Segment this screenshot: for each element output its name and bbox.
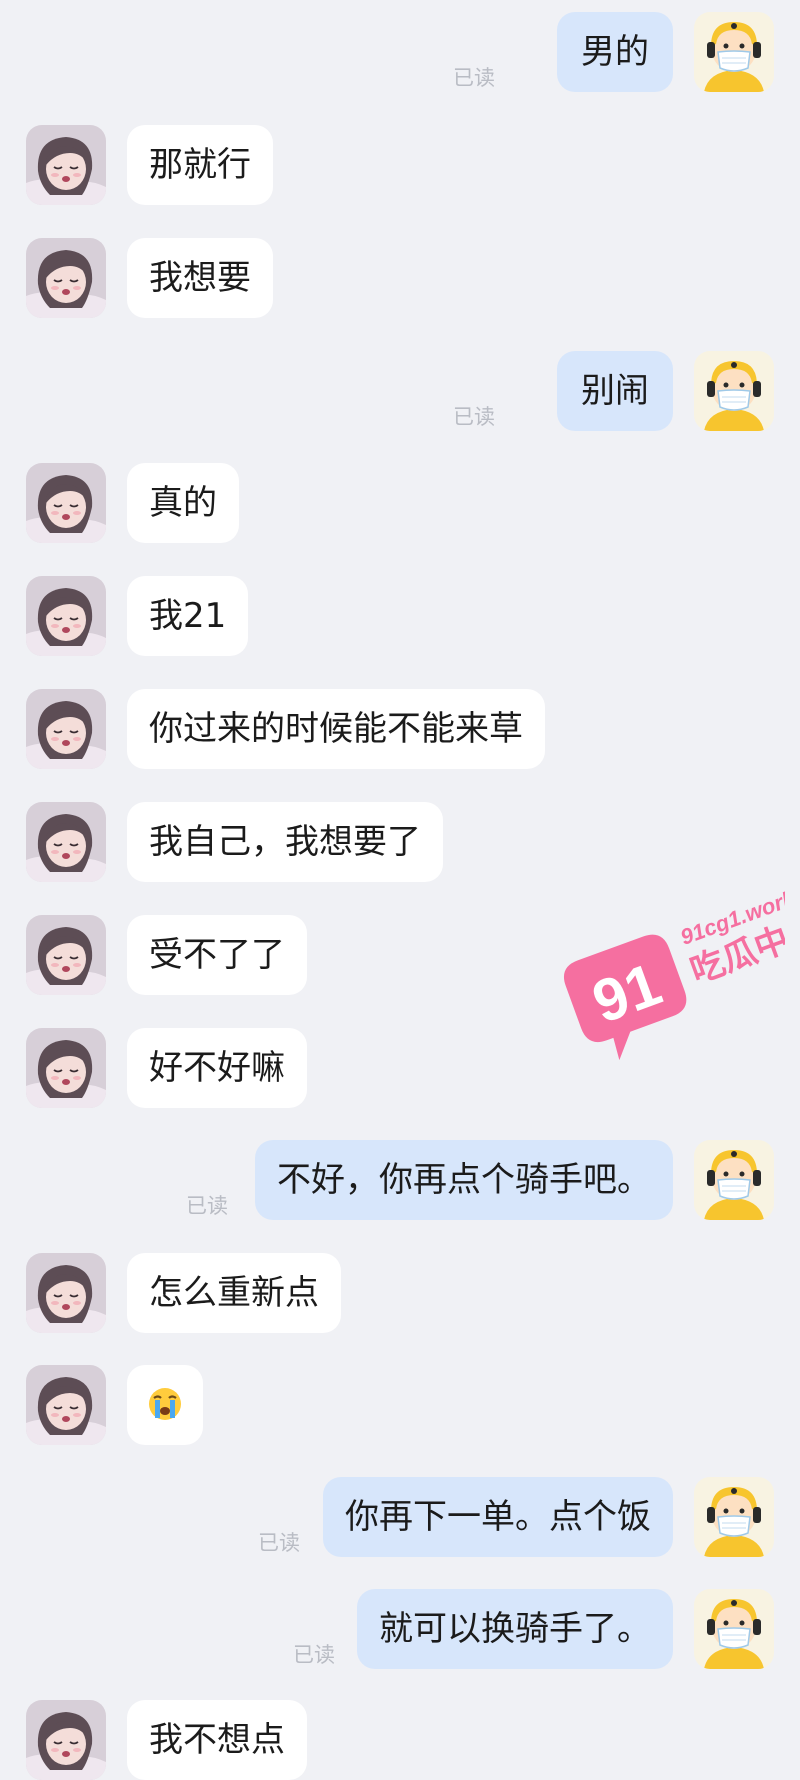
message-bubble[interactable]: 男的 [557, 12, 673, 92]
message-bubble[interactable]: 就可以换骑手了。 [357, 1589, 673, 1669]
message-bubble[interactable]: 好不好嘛 [127, 1028, 307, 1108]
watermark: 91 91cg1.work 吃瓜中心 [555, 880, 800, 1080]
customer-avatar[interactable] [26, 125, 106, 205]
rider-avatar[interactable] [694, 1477, 774, 1557]
read-receipt: 已读 [453, 405, 495, 429]
chat-area[interactable]: 已读 男的 那就行 我想要 已读 别闹 真的 我21 你过来的时候能不能来草 我… [0, 0, 800, 1780]
customer-avatar[interactable] [26, 463, 106, 543]
message-bubble[interactable]: 怎么重新点 [127, 1253, 341, 1333]
rider-avatar[interactable] [694, 1589, 774, 1669]
customer-avatar[interactable] [26, 1365, 106, 1445]
read-receipt: 已读 [186, 1194, 228, 1218]
customer-avatar[interactable] [26, 915, 106, 995]
read-receipt: 已读 [453, 66, 495, 90]
rider-avatar[interactable] [694, 1140, 774, 1220]
rider-avatar[interactable] [694, 351, 774, 431]
message-bubble[interactable]: 我不想点 [127, 1700, 307, 1780]
customer-avatar[interactable] [26, 1253, 106, 1333]
customer-avatar[interactable] [26, 689, 106, 769]
customer-avatar[interactable] [26, 238, 106, 318]
message-bubble[interactable]: 我自己，我想要了 [127, 802, 443, 882]
message-bubble[interactable] [127, 1365, 203, 1445]
message-bubble[interactable]: 我21 [127, 576, 249, 656]
message-bubble[interactable]: 我想要 [127, 238, 273, 318]
message-bubble[interactable]: 受不了了 [127, 915, 307, 995]
read-receipt: 已读 [258, 1531, 300, 1555]
read-receipt: 已读 [293, 1643, 335, 1667]
customer-avatar[interactable] [26, 576, 106, 656]
message-bubble[interactable]: 那就行 [127, 125, 273, 205]
message-bubble[interactable]: 别闹 [557, 351, 673, 431]
rider-avatar[interactable] [694, 12, 774, 92]
message-bubble[interactable]: 你过来的时候能不能来草 [127, 689, 545, 769]
customer-avatar[interactable] [26, 802, 106, 882]
customer-avatar[interactable] [26, 1700, 106, 1780]
message-bubble[interactable]: 不好，你再点个骑手吧。 [255, 1140, 673, 1220]
message-bubble[interactable]: 真的 [127, 463, 239, 543]
customer-avatar[interactable] [26, 1028, 106, 1108]
crying-face-icon [149, 1387, 181, 1420]
message-bubble[interactable]: 你再下一单。点个饭 [323, 1477, 673, 1557]
